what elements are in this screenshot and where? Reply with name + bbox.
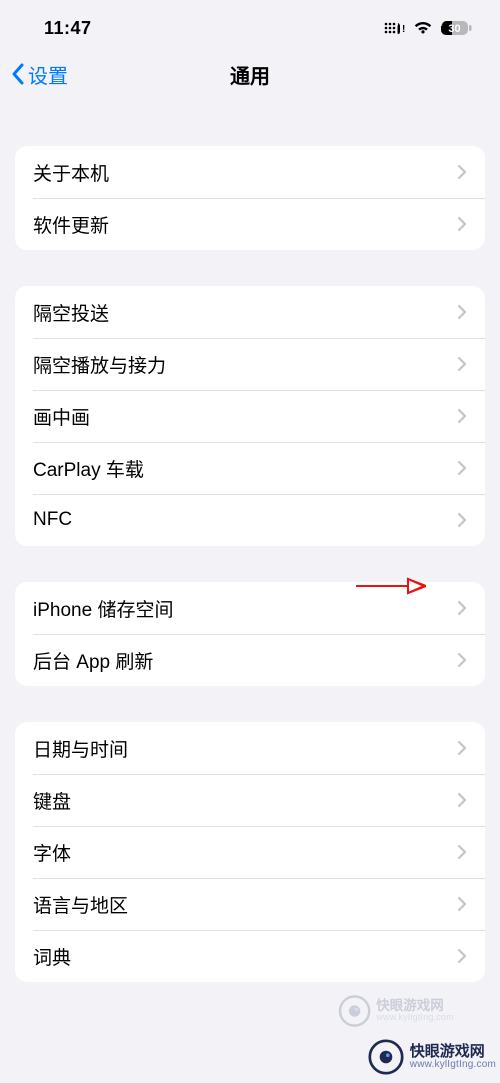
nav-back-label: 设置 — [28, 60, 68, 89]
row-iphone-storage[interactable]: iPhone 储存空间 — [15, 582, 485, 634]
content: 关于本机 软件更新 隔空投送 隔空播放与接力 画中画 CarPlay 车载 NF… — [0, 146, 500, 982]
row-airdrop[interactable]: 隔空投送 — [15, 286, 485, 338]
row-language-region[interactable]: 语言与地区 — [15, 878, 485, 930]
wifi-icon — [413, 21, 433, 35]
row-label: 隔空投送 — [33, 299, 457, 326]
svg-text:!: ! — [402, 24, 405, 35]
nav-title: 通用 — [230, 60, 270, 89]
chevron-right-icon — [457, 948, 467, 964]
row-label: 画中画 — [33, 403, 457, 430]
chevron-left-icon — [10, 62, 26, 86]
watermark-url: www.kylIgtIng.com — [376, 1013, 454, 1022]
status-time: 11:47 — [44, 18, 92, 39]
row-airplay-handoff[interactable]: 隔空播放与接力 — [15, 338, 485, 390]
settings-group-connectivity: 隔空投送 隔空播放与接力 画中画 CarPlay 车载 NFC — [15, 286, 485, 546]
chevron-right-icon — [457, 304, 467, 320]
chevron-right-icon — [457, 460, 467, 476]
row-fonts[interactable]: 字体 — [15, 826, 485, 878]
row-label: 字体 — [33, 839, 457, 866]
row-carplay[interactable]: CarPlay 车载 — [15, 442, 485, 494]
status-icons: ! 30 — [384, 20, 472, 36]
row-label: iPhone 储存空间 — [33, 595, 457, 622]
chevron-right-icon — [457, 600, 467, 616]
watermark: 快眼游戏网 www.kylIgtIng.com — [368, 1039, 496, 1075]
watermark-faint: 快眼游戏网 www.kylIgtIng.com — [338, 995, 453, 1027]
battery-text: 30 — [448, 23, 460, 35]
row-keyboard[interactable]: 键盘 — [15, 774, 485, 826]
watermark-brand: 快眼游戏网 — [376, 999, 454, 1013]
row-label: 日期与时间 — [33, 735, 457, 762]
row-label: 语言与地区 — [33, 891, 457, 918]
row-label: 键盘 — [33, 787, 457, 814]
chevron-right-icon — [457, 164, 467, 180]
settings-group-about: 关于本机 软件更新 — [15, 146, 485, 250]
chevron-right-icon — [457, 740, 467, 756]
chevron-right-icon — [457, 356, 467, 372]
row-about[interactable]: 关于本机 — [15, 146, 485, 198]
settings-group-system: 日期与时间 键盘 字体 语言与地区 词典 — [15, 722, 485, 982]
status-bar: 11:47 ! — [0, 0, 500, 50]
row-picture-in-picture[interactable]: 画中画 — [15, 390, 485, 442]
row-label: 词典 — [33, 943, 457, 970]
nav-bar: 设置 通用 — [0, 50, 500, 98]
chevron-right-icon — [457, 652, 467, 668]
watermark-icon — [368, 1039, 404, 1075]
row-nfc[interactable]: NFC — [15, 494, 485, 546]
row-date-time[interactable]: 日期与时间 — [15, 722, 485, 774]
row-label: CarPlay 车载 — [33, 455, 457, 482]
chevron-right-icon — [457, 512, 467, 528]
battery-icon: 30 — [440, 20, 472, 36]
chevron-right-icon — [457, 792, 467, 808]
row-label: 后台 App 刷新 — [33, 647, 457, 674]
watermark-brand: 快眼游戏网 — [410, 1044, 496, 1060]
chevron-right-icon — [457, 216, 467, 232]
row-label: 隔空播放与接力 — [33, 351, 457, 378]
row-label: 软件更新 — [33, 211, 457, 238]
row-dictionary[interactable]: 词典 — [15, 930, 485, 982]
nav-back-button[interactable]: 设置 — [10, 60, 68, 89]
watermark-url: www.kylIgtIng.com — [410, 1060, 496, 1071]
row-software-update[interactable]: 软件更新 — [15, 198, 485, 250]
watermark-icon — [338, 995, 370, 1027]
settings-group-storage: iPhone 储存空间 后台 App 刷新 — [15, 582, 485, 686]
row-label: NFC — [33, 509, 457, 531]
row-label: 关于本机 — [33, 159, 457, 186]
chevron-right-icon — [457, 896, 467, 912]
cellular-icon: ! — [384, 21, 406, 35]
chevron-right-icon — [457, 408, 467, 424]
row-background-app-refresh[interactable]: 后台 App 刷新 — [15, 634, 485, 686]
chevron-right-icon — [457, 844, 467, 860]
